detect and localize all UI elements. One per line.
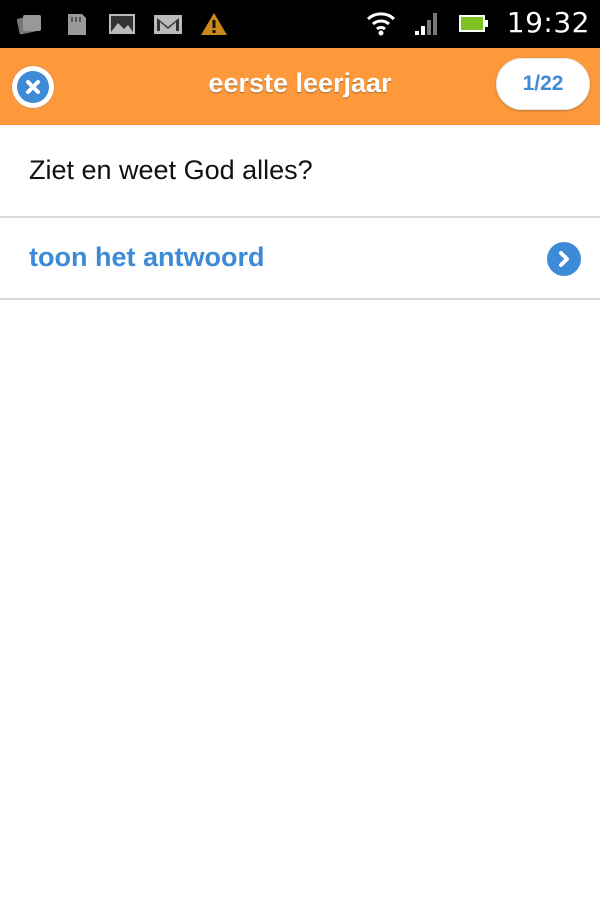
notification-icons <box>14 8 230 40</box>
photos-icon <box>14 8 46 40</box>
wifi-icon <box>365 7 397 39</box>
status-bar: 19:32 <box>0 0 600 48</box>
app-header: eerste leerjaar 1/22 <box>0 48 600 125</box>
show-answer-button[interactable]: toon het antwoord <box>0 218 600 300</box>
status-time: 19:32 <box>506 6 590 39</box>
chevron-right-icon <box>547 242 581 276</box>
warning-icon <box>198 8 230 40</box>
battery-icon <box>457 7 489 39</box>
signal-icon <box>411 7 443 39</box>
question-row: Ziet en weet God alles? <box>0 125 600 218</box>
show-answer-label: toon het antwoord <box>29 242 265 272</box>
gmail-icon <box>152 8 184 40</box>
question-counter: 1/22 <box>496 58 590 110</box>
image-icon <box>106 8 138 40</box>
question-text: Ziet en weet God alles? <box>29 155 313 185</box>
system-icons: 19:32 <box>365 6 590 39</box>
sd-card-icon <box>60 8 92 40</box>
